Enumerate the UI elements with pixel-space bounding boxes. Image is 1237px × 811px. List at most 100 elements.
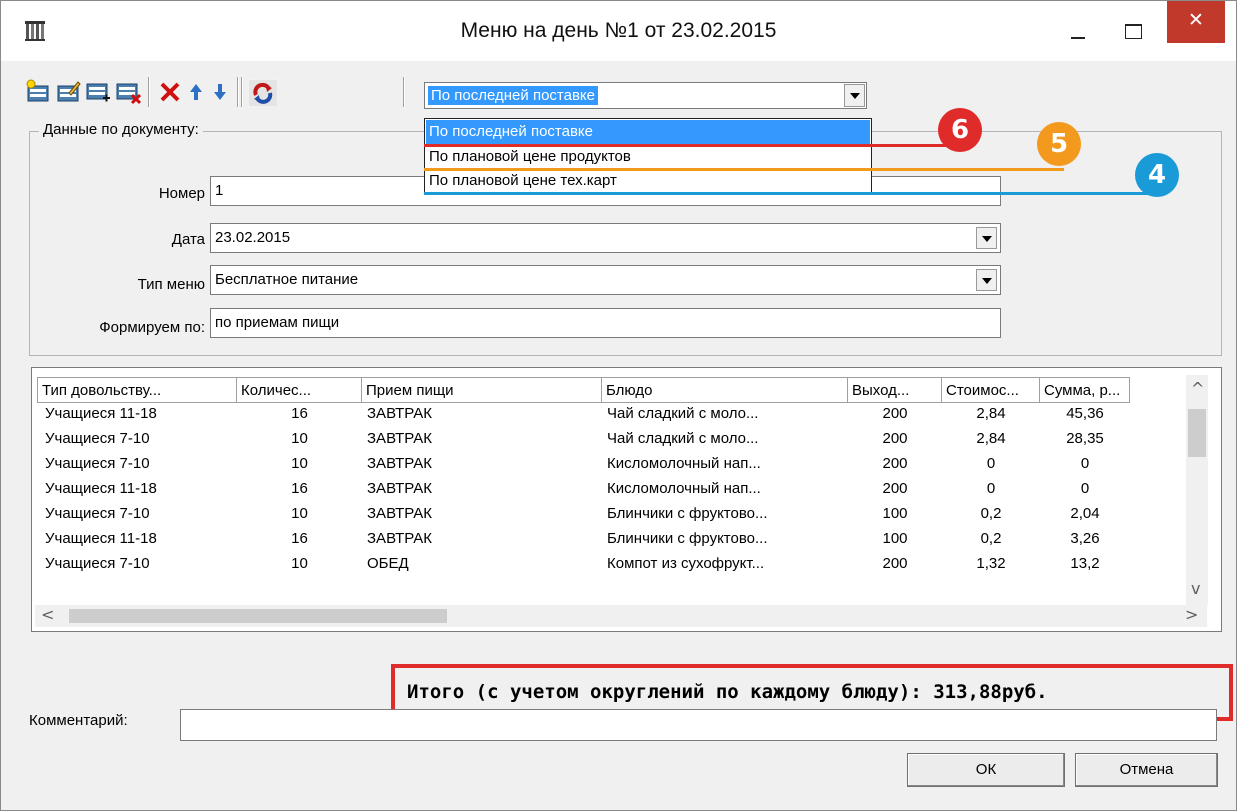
chevron-down-icon[interactable] [976, 227, 997, 249]
table-cell: Учащиеся 7-10 [45, 505, 150, 522]
table-cell: ОБЕД [367, 555, 409, 572]
move-down-icon[interactable] [207, 79, 233, 105]
table-cell: 45,36 [1066, 405, 1104, 422]
table-cell: Учащиеся 11-18 [45, 405, 157, 422]
insert-row-icon[interactable] [85, 79, 111, 105]
table-cell: 200 [882, 480, 908, 497]
add-record-icon[interactable] [25, 79, 51, 105]
table-cell: 16 [291, 480, 308, 497]
column-header[interactable]: Прием пищи [362, 377, 602, 403]
delete-row-icon[interactable] [115, 79, 141, 105]
table-cell: Блинчики с фруктово... [607, 530, 768, 547]
scroll-up-icon[interactable]: ^ [1191, 379, 1204, 398]
table-cell: Блинчики с фруктово... [607, 505, 768, 522]
table-cell: 10 [291, 555, 308, 572]
horizontal-scrollbar[interactable]: < > [35, 605, 1207, 627]
window-title: Меню на день №1 от 23.02.2015 [460, 19, 777, 42]
table-cell: 13,2 [1070, 555, 1100, 572]
cancel-button[interactable]: Отмена [1075, 753, 1218, 787]
table-cell: 0 [1080, 455, 1090, 472]
date-select[interactable]: 23.02.2015 [210, 223, 1001, 253]
table-cell: 3,26 [1070, 530, 1100, 547]
table-cell: Учащиеся 7-10 [45, 455, 150, 472]
table-cell: 100 [882, 530, 908, 547]
column-header[interactable]: Выход... [848, 377, 942, 403]
table-cell: Компот из сухофрукт... [607, 555, 765, 572]
chevron-down-icon[interactable] [844, 84, 865, 107]
minimize-icon [1071, 37, 1085, 39]
table-cell: Учащиеся 11-18 [45, 530, 157, 547]
scroll-down-icon[interactable]: v [1191, 579, 1200, 598]
vertical-scrollbar[interactable]: ^ v [1186, 375, 1208, 605]
dropdown-option[interactable]: По плановой цене тех.карт [426, 169, 870, 193]
scroll-thumb[interactable] [69, 609, 447, 623]
table-cell: ЗАВТРАК [367, 480, 432, 497]
form-by-field[interactable]: по приемам пищи [210, 308, 1001, 338]
annotation-marker-4: 4 [1135, 153, 1179, 197]
column-header[interactable]: Сумма, р... [1040, 377, 1130, 403]
table-cell: 0,2 [980, 505, 1002, 522]
marker-line-6 [424, 144, 960, 147]
table-cell: 2,84 [976, 430, 1006, 447]
table-cell: 2,04 [1070, 505, 1100, 522]
table-cell: 0,2 [980, 530, 1002, 547]
refresh-icon[interactable] [248, 79, 278, 107]
minimize-button[interactable] [1055, 1, 1101, 61]
table-cell: Кисломолочный нап... [607, 455, 761, 472]
column-header[interactable]: Блюдо [602, 377, 848, 403]
title-bar: Меню на день №1 от 23.02.2015 ✕ [1, 1, 1236, 61]
menu-type-value: Бесплатное питание [215, 271, 359, 288]
group-label: Данные по документу: [39, 121, 203, 138]
table-cell: ЗАВТРАК [367, 430, 432, 447]
price-mode-dropdown: По последней поставке По плановой цене п… [424, 118, 872, 194]
column-header[interactable]: Стоимос... [942, 377, 1040, 403]
menu-table[interactable]: Тип довольству... Количес... Прием пищи … [31, 367, 1222, 632]
marker-line-5 [424, 168, 1064, 171]
close-icon: ✕ [1188, 9, 1204, 31]
menu-type-select[interactable]: Бесплатное питание [210, 265, 1001, 295]
form-by-label: Формируем по: [99, 319, 205, 336]
toolbar-separator [241, 77, 243, 107]
price-mode-select[interactable]: По последней поставке [424, 82, 867, 109]
table-cell: 2,84 [976, 405, 1006, 422]
table-cell: 10 [291, 505, 308, 522]
comment-label: Комментарий: [29, 712, 128, 729]
maximize-button[interactable] [1111, 1, 1157, 61]
column-header[interactable]: Тип довольству... [37, 377, 237, 403]
dropdown-option[interactable]: По плановой цене продуктов [426, 145, 870, 169]
total-text: Итого (с учетом округлений по каждому бл… [407, 681, 1048, 703]
chevron-down-icon[interactable] [976, 269, 997, 291]
edit-record-icon[interactable] [55, 79, 81, 105]
table-cell: ЗАВТРАК [367, 405, 432, 422]
table-cell: 0 [986, 480, 996, 497]
scroll-thumb[interactable] [1188, 409, 1206, 457]
table-cell: 200 [882, 405, 908, 422]
toolbar-separator [237, 77, 239, 107]
ok-button[interactable]: ОК [907, 753, 1065, 787]
table-cell: 0 [1080, 480, 1090, 497]
close-button[interactable]: ✕ [1167, 1, 1225, 43]
table-cell: Чай сладкий с моло... [607, 405, 759, 422]
toolbar-separator [148, 77, 150, 107]
marker-line-4 [424, 192, 1166, 195]
table-cell: 200 [882, 455, 908, 472]
table-cell: 16 [291, 405, 308, 422]
column-header[interactable]: Количес... [237, 377, 362, 403]
scroll-left-icon[interactable]: < [41, 605, 54, 624]
comment-field[interactable] [180, 709, 1217, 741]
table-cell: 10 [291, 455, 308, 472]
table-cell: 200 [882, 430, 908, 447]
annotation-marker-6: 6 [938, 108, 982, 152]
table-cell: ЗАВТРАК [367, 530, 432, 547]
dropdown-option[interactable]: По последней поставке [426, 120, 870, 144]
move-up-icon[interactable] [183, 79, 209, 105]
scroll-right-icon[interactable]: > [1185, 605, 1198, 624]
dialog-window: Меню на день №1 от 23.02.2015 ✕ По после… [0, 0, 1237, 811]
table-cell: 28,35 [1066, 430, 1104, 447]
table-cell: 200 [882, 555, 908, 572]
table-cell: ЗАВТРАК [367, 455, 432, 472]
price-mode-value: По последней поставке [428, 86, 598, 105]
toolbar-separator [403, 77, 405, 107]
delete-icon[interactable] [157, 79, 183, 105]
number-label: Номер [158, 185, 205, 202]
